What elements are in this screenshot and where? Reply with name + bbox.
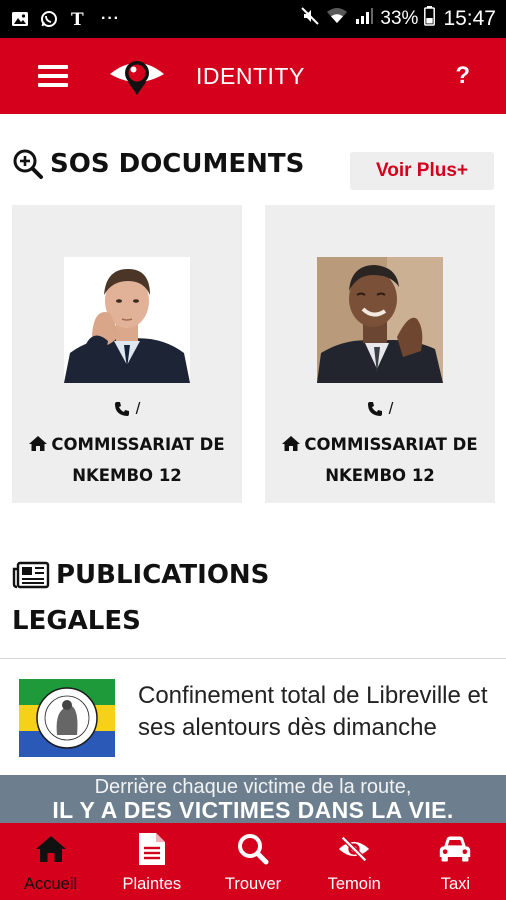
home-icon: [282, 436, 301, 451]
document-card[interactable]: / COMMISSARIAT DE NKEMBO 12: [265, 205, 495, 503]
card-station: COMMISSARIAT DE NKEMBO 12: [265, 429, 495, 491]
whatsapp-icon: [39, 9, 59, 29]
system-status: 33% 15:47: [300, 6, 496, 32]
card-station: COMMISSARIAT DE NKEMBO 12: [12, 429, 242, 491]
card-phone-row: /: [265, 399, 495, 419]
nav-label: Trouver: [224, 875, 282, 893]
nav-accueil[interactable]: Accueil: [0, 823, 101, 900]
card-phone-row: /: [12, 399, 242, 419]
signal-icon: [354, 7, 374, 31]
nav-label: Taxi: [440, 875, 471, 893]
nav-temoin[interactable]: Temoin: [304, 823, 405, 900]
nav-label: Temoin: [327, 875, 381, 893]
help-button[interactable]: ?: [455, 62, 470, 90]
nav-label: Accueil: [24, 875, 78, 893]
search-icon: [236, 832, 270, 866]
status-bar: T ··· 33% 15:47: [0, 0, 506, 38]
publications-header: PUBLICATIONS: [12, 560, 269, 590]
app-bar: IDENTITY ?: [0, 38, 506, 114]
person-photo: [317, 257, 443, 383]
app-screen: T ··· 33% 15:47 IDENTITY ? SOS DOCUMENTS…: [0, 0, 506, 900]
publication-title: Confinement total de Libreville et ses a…: [138, 682, 488, 741]
car-icon: [438, 832, 472, 866]
more-notifications-dots: ···: [101, 10, 120, 27]
card-station-label: COMMISSARIAT DE NKEMBO 12: [304, 435, 478, 485]
phone-icon: [114, 402, 129, 416]
voir-plus-button[interactable]: Voir Plus+: [350, 152, 494, 190]
divider: [0, 658, 506, 659]
nav-trouver[interactable]: Trouver: [202, 823, 303, 900]
nav-plaintes[interactable]: Plaintes: [101, 823, 202, 900]
document-card[interactable]: / COMMISSARIAT DE NKEMBO 12: [12, 205, 242, 503]
newspaper-icon: [12, 561, 50, 589]
identity-logo: [110, 61, 164, 95]
documents-header: SOS DOCUMENTS: [12, 148, 304, 180]
publications-title-line2: LEGALES: [12, 606, 141, 636]
card-station-label: COMMISSARIAT DE NKEMBO 12: [51, 435, 225, 485]
publications-title-line2-wrap: LEGALES: [12, 606, 141, 636]
home-icon: [34, 832, 68, 866]
wifi-icon: [326, 7, 348, 31]
hamburger-menu-icon[interactable]: [38, 65, 68, 87]
card-phone-value: /: [388, 399, 394, 418]
svg-text:T: T: [71, 10, 84, 28]
mute-icon: [300, 6, 320, 32]
clock: 15:47: [443, 7, 496, 30]
battery-icon: [424, 6, 436, 32]
nav-taxi[interactable]: Taxi: [405, 823, 506, 900]
eye-slash-icon: [337, 832, 371, 866]
nav-label: Plaintes: [122, 875, 182, 893]
banner-line1: Derrière chaque victime de la route,: [94, 776, 412, 798]
app-title: IDENTITY: [196, 62, 305, 89]
phone-icon: [367, 402, 382, 416]
document-icon: [135, 832, 169, 866]
ad-banner[interactable]: Derrière chaque victime de la route, IL …: [0, 775, 506, 823]
person-photo: [64, 257, 190, 383]
publication-item[interactable]: Confinement total de Libreville et ses a…: [0, 660, 506, 775]
banner-line2: IL Y A DES VICTIMES DANS LA VIE.: [52, 797, 454, 823]
image-icon: [10, 9, 30, 29]
zoom-in-icon: [13, 149, 43, 179]
home-icon: [29, 436, 48, 451]
battery-percent: 33%: [380, 8, 419, 29]
nyt-icon: T: [68, 9, 88, 29]
documents-title: SOS DOCUMENTS: [50, 149, 305, 179]
gabon-emblem-image: [19, 679, 115, 757]
card-phone-value: /: [135, 399, 141, 418]
notification-icons: T ···: [10, 9, 120, 29]
bottom-navigation: Accueil Plaintes Trouver Temoin Taxi: [0, 823, 506, 900]
publications-title: PUBLICATIONS: [56, 560, 270, 590]
